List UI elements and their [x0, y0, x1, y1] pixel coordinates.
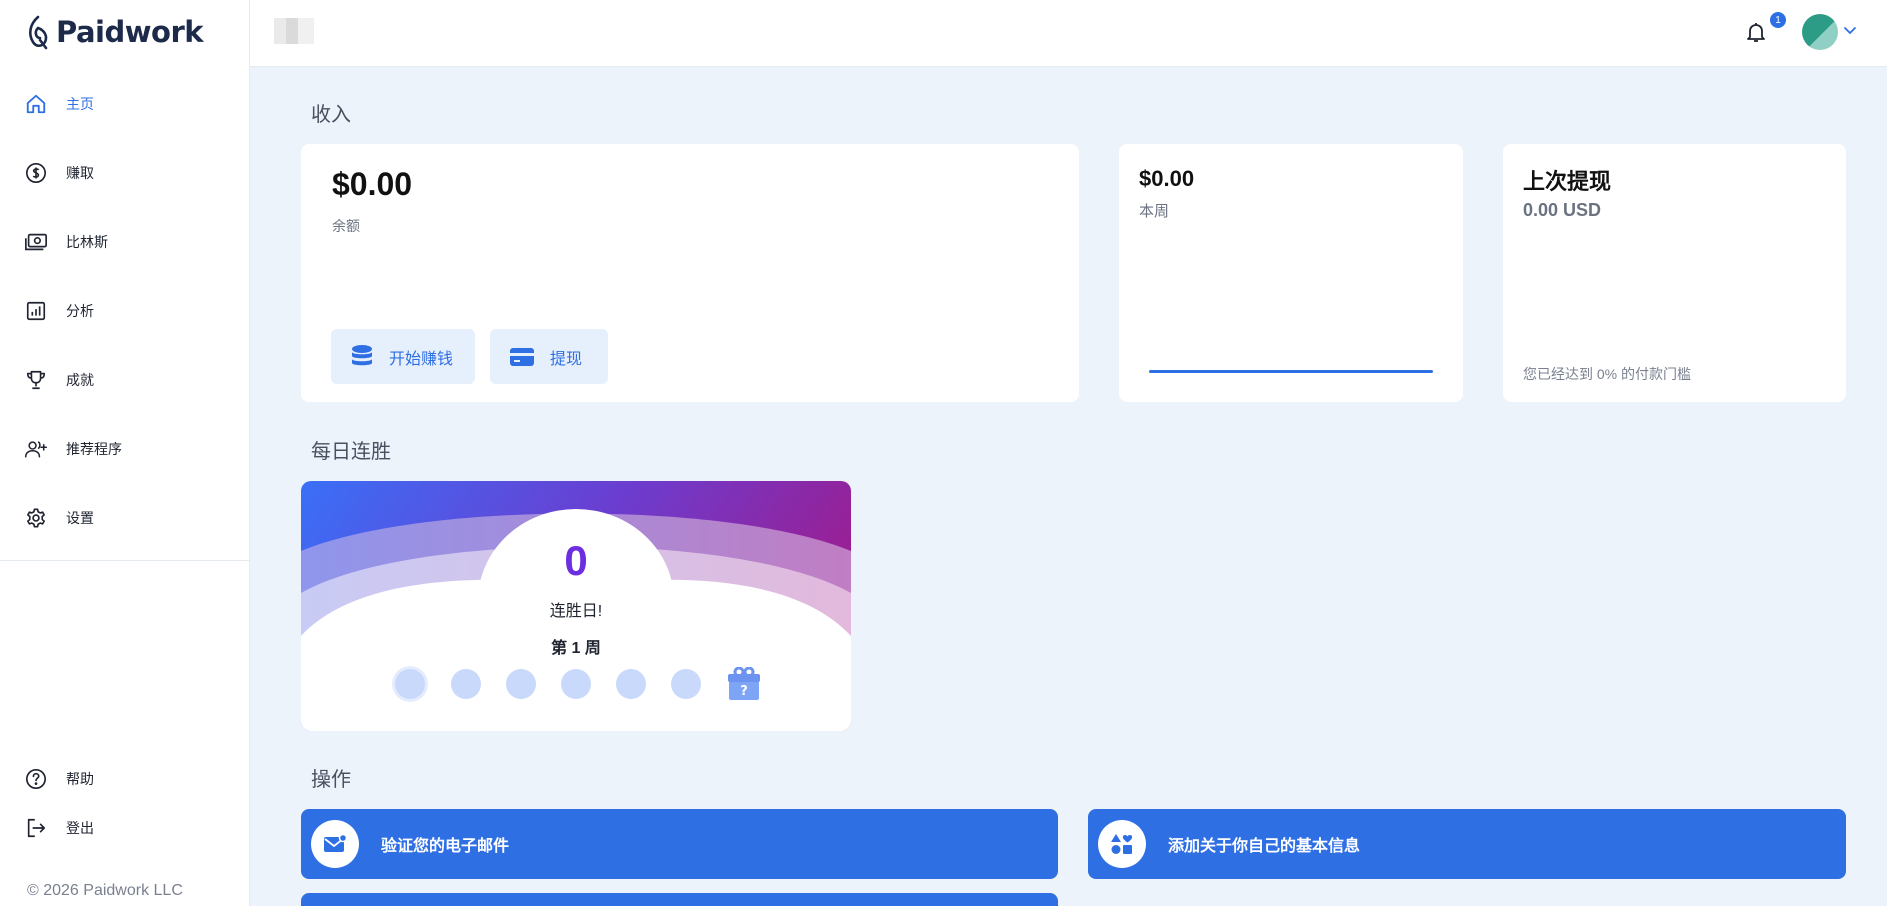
streak-day-6 [671, 669, 701, 699]
brand-name: Paidwork [56, 15, 204, 49]
sidebar-item-label: 主页 [66, 96, 94, 112]
balance-label: 余额 [332, 218, 360, 234]
paidwork-logo[interactable]: Paidwork [24, 12, 204, 52]
withdraw-button[interactable]: 提现 [490, 329, 608, 384]
gear-icon [24, 506, 48, 530]
sidebar-item-label: 成就 [66, 372, 94, 388]
streak-count: 0 [564, 537, 588, 584]
sidebar: Paidwork 主页 赚取 比林斯 分析 成就 推荐程序 设置 帮助 登出 ©… [0, 0, 250, 906]
sidebar-item-analytics[interactable]: 分析 [0, 289, 249, 333]
streak-day-1 [395, 669, 425, 699]
sidebar-item-referral[interactable]: 推荐程序 [0, 427, 249, 471]
sidebar-item-achievements[interactable]: 成就 [0, 358, 249, 402]
mail-icon [311, 820, 359, 868]
banknote-icon [24, 230, 48, 254]
sidebar-item-billing[interactable]: 比林斯 [0, 220, 249, 264]
start-earning-button[interactable]: 开始赚钱 [331, 329, 475, 384]
sidebar-item-label: 推荐程序 [66, 441, 122, 457]
sidebar-item-label: 帮助 [66, 771, 94, 787]
avatar[interactable] [1802, 14, 1838, 50]
sidebar-item-label: 比林斯 [66, 234, 108, 250]
sidebar-item-home[interactable]: 主页 [0, 82, 249, 126]
sidebar-item-label: 登出 [66, 820, 94, 836]
notification-badge: 1 [1770, 12, 1786, 28]
streak-day-2 [451, 669, 481, 699]
coins-icon [352, 344, 372, 365]
daily-streak-card: 0 连胜日! 第 1 周 ? [301, 481, 851, 731]
sidebar-item-label: 设置 [66, 510, 94, 526]
last-withdrawal-amount: 0.00 USD [1523, 200, 1602, 220]
gift-icon[interactable]: ? [728, 667, 760, 701]
income-section-title: 收入 [311, 104, 351, 126]
start-earning-label: 开始赚钱 [389, 350, 454, 368]
sidebar-item-earn[interactable]: 赚取 [0, 151, 249, 195]
add-basic-info-action[interactable]: 添加关于你自己的基本信息 [1088, 809, 1846, 879]
home-icon [24, 92, 48, 116]
top-header: 1 [250, 0, 1887, 67]
this-week-sparkline [1149, 370, 1433, 373]
sidebar-item-settings[interactable]: 设置 [0, 496, 249, 540]
shapes-icon [1098, 820, 1146, 868]
verify-email-label: 验证您的电子邮件 [381, 838, 510, 855]
last-withdrawal-title: 上次提现 [1523, 169, 1612, 194]
sidebar-item-logout[interactable]: 登出 [0, 806, 249, 850]
sidebar-item-help[interactable]: 帮助 [0, 757, 249, 801]
chevron-down-icon[interactable] [1842, 22, 1858, 38]
copyright-text: © 2026 Paidwork LLC [27, 882, 183, 899]
help-icon [24, 767, 48, 791]
logout-icon [24, 816, 48, 840]
balance-amount: $0.00 [332, 166, 413, 202]
dollar-circle-icon [24, 161, 48, 185]
trophy-icon [24, 368, 48, 392]
gift-mark: ? [740, 684, 748, 699]
this-week-label: 本周 [1139, 203, 1170, 220]
this-week-amount: $0.00 [1139, 166, 1195, 191]
credit-card-icon [510, 347, 534, 366]
sidebar-item-label: 赚取 [66, 165, 94, 181]
page-heading-placeholder [274, 18, 314, 44]
last-withdrawal-card: 上次提现 0.00 USD 您已经达到 0% 的付款门槛 [1503, 144, 1846, 402]
streak-day-4 [561, 669, 591, 699]
actions-section-title: 操作 [311, 769, 351, 791]
action-row-partial[interactable] [301, 893, 1058, 906]
this-week-card: $0.00 本周 [1119, 144, 1463, 402]
payout-threshold-note: 您已经达到 0% 的付款门槛 [1523, 366, 1692, 382]
paidwork-logo-icon [28, 15, 48, 50]
withdraw-label: 提现 [550, 350, 583, 368]
analytics-icon [24, 299, 48, 323]
streak-section-title: 每日连胜 [311, 441, 391, 463]
streak-day-3 [506, 669, 536, 699]
notification-bell-icon[interactable] [1744, 20, 1768, 44]
verify-email-action[interactable]: 验证您的电子邮件 [301, 809, 1058, 879]
streak-week: 第 1 周 [551, 640, 601, 657]
add-user-icon [24, 437, 48, 461]
streak-label: 连胜日! [549, 603, 603, 620]
streak-day-5 [616, 669, 646, 699]
add-basic-info-label: 添加关于你自己的基本信息 [1168, 838, 1361, 855]
balance-card: $0.00 余额 开始赚钱 提现 [301, 144, 1079, 402]
sidebar-divider [0, 560, 249, 561]
sidebar-item-label: 分析 [66, 303, 94, 319]
